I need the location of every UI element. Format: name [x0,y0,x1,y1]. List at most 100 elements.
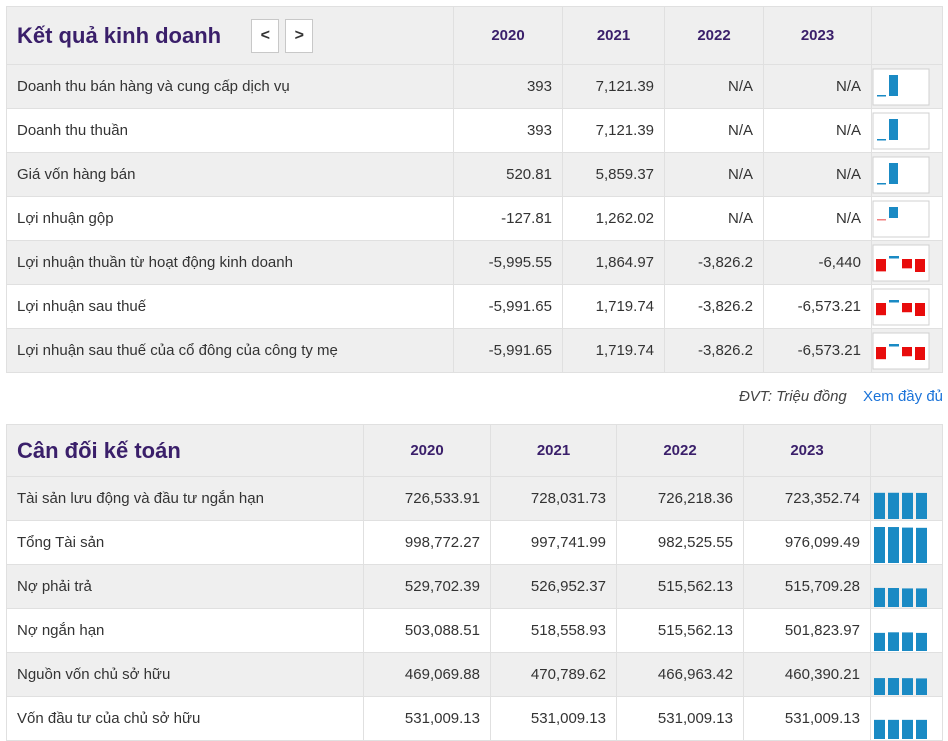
spark-bar [902,258,912,268]
value-cell: N/A [664,152,764,197]
next-year-button[interactable]: > [285,18,314,53]
sparkline-chart [874,526,927,563]
value-cell: 1,719.74 [562,328,665,373]
row-label: Doanh thu bán hàng và cung cấp dịch vụ [6,64,454,109]
table-row: Vốn đầu tư của chủ sở hữu 531,009.13 531,0… [6,696,943,741]
sparkline-frame [872,156,930,193]
spark-bar [916,719,927,739]
value-cell: 728,031.73 [490,476,617,521]
spark-bar [915,302,925,316]
sparkline-cell [871,240,943,285]
table-row: Nợ ngắn hạn 503,088.51 518,558.93 515,562.1… [6,608,943,653]
balance-sheet-table: Cân đối kế toán 2020 2021 2022 2023 Tài … [6,424,943,741]
spark-bar [889,162,898,184]
spark-bar [902,587,913,607]
spark-bar [888,526,899,563]
sparkline-cell [870,696,943,741]
table-row: Tài sản lưu động và đầu tư ngắn hạn 726,5… [6,476,943,521]
value-cell: -3,826.2 [664,284,764,329]
year-header: 2023 [743,424,871,477]
value-cell: 520.81 [453,152,563,197]
row-label: Lợi nhuận sau thuế của cổ đông của công … [6,328,454,373]
table-row: Nguồn vốn chủ sở hữu 469,069.88 470,789.62… [6,652,943,697]
spark-bar [902,677,913,695]
spark-bar [916,587,927,607]
sparkline-chart [872,288,930,325]
row-label: Doanh thu thuần [6,108,454,153]
year-header: 2020 [453,6,563,65]
value-cell: N/A [664,64,764,109]
row-label: Tổng Tài sản [6,520,364,565]
value-cell: -127.81 [453,196,563,241]
value-cell: 1,719.74 [562,284,665,329]
year-header: 2021 [562,6,665,65]
view-all-link[interactable]: Xem đầy đủ [863,388,943,405]
spark-bar [889,299,899,302]
spark-bar [916,632,927,651]
value-cell: 501,823.97 [743,608,871,653]
spark-bar [902,302,912,312]
value-cell: -6,440 [763,240,872,285]
table-row: Tổng Tài sản 998,772.27 997,741.99 982,525.… [6,520,943,565]
year-header: 2021 [490,424,617,477]
value-cell: -5,991.65 [453,328,563,373]
spark-bar [888,492,899,519]
balance-title: Cân đối kế toán [6,424,364,477]
sparkline-chart [872,68,930,105]
sparkline-header [871,6,943,65]
value-cell: 503,088.51 [363,608,491,653]
sparkline-frame [872,112,930,149]
table-row: Doanh thu bán hàng và cung cấp dịch vụ 39… [6,64,943,109]
row-label: Lợi nhuận sau thuế [6,284,454,329]
spark-bar [874,526,885,563]
sparkline-cell [870,476,943,521]
value-cell: 7,121.39 [562,108,665,153]
spark-bar [874,632,885,651]
sparkline-chart [872,112,930,149]
row-label: Giá vốn hàng bán [6,152,454,197]
spark-bar [888,631,899,651]
spark-bar [889,255,899,258]
year-header: 2023 [763,6,872,65]
spark-bar [877,138,886,140]
value-cell: 526,952.37 [490,564,617,609]
business-results-table: Kết quả kinh doanh < > 2020 2021 2022 202… [6,6,943,373]
spark-bar [902,527,913,563]
sparkline-cell [871,196,943,241]
sparkline-chart [872,244,930,281]
value-cell: 1,864.97 [562,240,665,285]
value-cell: 998,772.27 [363,520,491,565]
value-cell: 393 [453,64,563,109]
results-header: Kết quả kinh doanh < > [6,6,454,65]
row-label: Vốn đầu tư của chủ sở hữu [6,696,364,741]
table-row: Lợi nhuận sau thuế của cổ đông của công … [6,328,943,373]
sparkline-header [870,424,943,477]
spark-bar [888,719,899,739]
spark-bar [916,677,927,695]
value-cell: 518,558.93 [490,608,617,653]
spark-bar [877,218,886,220]
row-label: Nợ ngắn hạn [6,608,364,653]
year-header: 2020 [363,424,491,477]
value-cell: 531,009.13 [490,696,617,741]
value-cell: 466,963.42 [616,652,744,697]
spark-bar [902,492,913,519]
spark-bar [915,346,925,360]
value-cell: -6,573.21 [763,328,872,373]
balance-sheet-section: Cân đối kế toán 2020 2021 2022 2023 Tài … [6,424,948,741]
table-row: Lợi nhuận sau thuế -5,991.65 1,719.74 -3,82… [6,284,943,329]
spark-bar [874,587,885,607]
spark-bar [916,527,927,563]
results-title: Kết quả kinh doanh [17,22,222,48]
value-cell: N/A [664,108,764,153]
unit-row: ĐVT: Triệu đồng Xem đầy đủ [739,388,943,405]
prev-year-button[interactable]: < [251,18,280,53]
table-row: Doanh thu thuần 393 7,121.39 N/A N/A [6,108,943,153]
sparkline-chart [872,332,930,369]
sparkline-chart [874,631,927,651]
row-label: Lợi nhuận gộp [6,196,454,241]
table-row: Giá vốn hàng bán 520.81 5,859.37 N/A N/A [6,152,943,197]
sparkline-cell [871,284,943,329]
row-label: Lợi nhuận thuần từ hoạt động kinh doanh [6,240,454,285]
spark-bar [889,206,898,218]
